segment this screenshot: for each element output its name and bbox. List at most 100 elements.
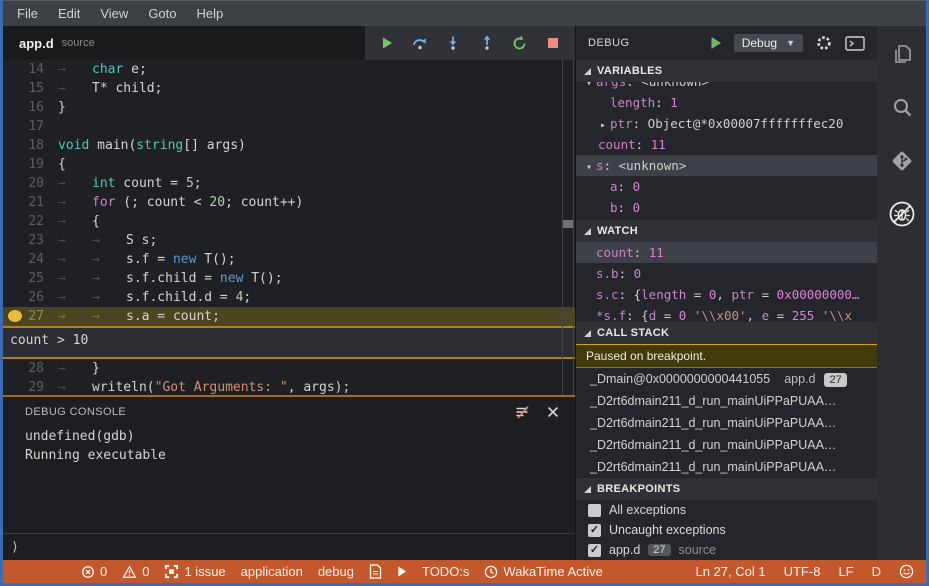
section-header-watch[interactable]: WATCH xyxy=(576,220,877,242)
feedback-smiley[interactable] xyxy=(899,564,914,579)
watch-row[interactable]: count: 11 xyxy=(576,242,877,263)
gutter-line-14[interactable]: 14 xyxy=(3,60,58,79)
wakatime-indicator[interactable]: WakaTime Active xyxy=(484,564,603,579)
gutter-line-18[interactable]: 18 xyxy=(3,136,58,155)
breakpoint-checkbox[interactable]: ✓ xyxy=(588,523,601,537)
breakpoint-row[interactable]: ✓ Uncaught exceptions xyxy=(576,520,877,540)
code-line-28[interactable]: 28 →} xyxy=(3,359,575,378)
code-line-29[interactable]: 29 → writeln("Got Arguments: ", args); xyxy=(3,378,575,395)
encoding-indicator[interactable]: UTF-8 xyxy=(784,564,821,579)
editor-scrollbar[interactable] xyxy=(562,60,574,395)
code-line-18[interactable]: 18 void main(string[] args) xyxy=(3,136,575,155)
collapsed-arrow-icon[interactable]: ▸ xyxy=(600,120,606,131)
callstack-frame[interactable]: _Dmain@0x0000000000441055 app.d 27 xyxy=(576,368,877,390)
section-header-variables[interactable]: VARIABLES xyxy=(576,60,877,82)
watch-row[interactable]: s.c: {length = 0, ptr = 0x00000000… xyxy=(576,284,877,305)
variable-row[interactable]: ▾args: <unknown> xyxy=(576,82,877,92)
code-line-27[interactable]: 27 → → s.a = count; xyxy=(3,307,575,326)
expanded-arrow-icon[interactable]: ▾ xyxy=(586,162,592,173)
tab-app-d[interactable]: app.d source xyxy=(3,26,111,60)
section-header-call-stack[interactable]: CALL STACK xyxy=(576,322,877,344)
code-line-15[interactable]: 15 → T* child; xyxy=(3,79,575,98)
variable-row[interactable]: ▸ ptr: Object@*0x00007fffffffec20 xyxy=(576,113,877,134)
variable-row[interactable]: count: 11 xyxy=(576,134,877,155)
code-line-22[interactable]: 22 →{ xyxy=(3,212,575,231)
issues-indicator[interactable]: 1 issue xyxy=(164,564,226,579)
gutter-line-22[interactable]: 22 xyxy=(3,212,58,231)
warnings-indicator[interactable]: 0 xyxy=(122,564,149,579)
open-console-icon[interactable] xyxy=(845,35,865,51)
gutter-line-23[interactable]: 23 xyxy=(3,231,58,250)
code-line-26[interactable]: 26 → → s.f.child.d = 4; xyxy=(3,288,575,307)
cursor-position[interactable]: Ln 27, Col 1 xyxy=(695,564,765,579)
project-file-indicator[interactable] xyxy=(369,564,382,579)
gutter-line-21[interactable]: 21 xyxy=(3,193,58,212)
stop-button[interactable] xyxy=(542,32,564,54)
gutter-line-27[interactable]: 27 xyxy=(3,307,58,326)
console-input[interactable]: ⟩ xyxy=(3,533,575,560)
files-icon[interactable] xyxy=(887,40,917,70)
menu-item-view[interactable]: View xyxy=(90,6,138,21)
code-line-20[interactable]: 20 → int count = 5; xyxy=(3,174,575,193)
watch-row[interactable]: *s.f: {d = 0 '\\x00', e = 255 '\\x xyxy=(576,305,877,322)
menu-item-edit[interactable]: Edit xyxy=(48,6,90,21)
code-line-19[interactable]: 19 { xyxy=(3,155,575,174)
breakpoint-checkbox[interactable] xyxy=(588,503,601,517)
clear-console-icon[interactable] xyxy=(514,404,531,420)
start-debug-icon[interactable] xyxy=(710,36,722,50)
gutter-line-24[interactable]: 24 xyxy=(3,250,58,269)
gutter-line-28[interactable]: 28 xyxy=(3,359,58,378)
gutter-line-17[interactable]: 17 xyxy=(3,117,58,136)
code-line-16[interactable]: 16} xyxy=(3,98,575,117)
variable-row[interactable]: ▾ s: <unknown> xyxy=(576,155,877,176)
git-branch-icon[interactable] xyxy=(887,146,917,176)
variable-row[interactable]: length: 1 xyxy=(576,92,877,113)
code-line-25[interactable]: 25 → → s.f.child = new T(); xyxy=(3,269,575,288)
scrollbar-thumb[interactable] xyxy=(563,220,573,228)
breakpoint-condition-widget[interactable]: count > 10 xyxy=(3,326,575,359)
gutter-line-20[interactable]: 20 xyxy=(3,174,58,193)
language-mode[interactable]: D xyxy=(872,564,881,579)
breakpoint-checkbox[interactable]: ✓ xyxy=(588,543,601,557)
menu-item-file[interactable]: File xyxy=(7,6,48,21)
callstack-frame[interactable]: _D2rt6dmain211_d_run_mainUiPPaPUAA… xyxy=(576,456,877,478)
code-line-14[interactable]: 14 → char e; xyxy=(3,60,575,79)
configure-gear-icon[interactable] xyxy=(815,34,833,52)
close-icon[interactable] xyxy=(547,406,559,418)
status-todos[interactable]: TODO:s xyxy=(422,564,469,579)
step-into-button[interactable] xyxy=(442,32,464,54)
breakpoint-row[interactable]: ✓ app.d 27 source xyxy=(576,540,877,560)
code-line-23[interactable]: 23 → → S s; xyxy=(3,231,575,250)
breakpoint-dot[interactable] xyxy=(8,310,22,322)
debug-configuration-dropdown[interactable]: Debug ▼ xyxy=(733,34,803,52)
step-over-button[interactable] xyxy=(409,32,431,54)
expanded-arrow-icon[interactable]: ▾ xyxy=(586,82,592,89)
step-out-button[interactable] xyxy=(476,32,498,54)
variable-row[interactable]: a: 0 xyxy=(576,176,877,197)
gutter-line-16[interactable]: 16 xyxy=(3,98,58,117)
variable-row[interactable]: b: 0 xyxy=(576,197,877,218)
continue-button[interactable] xyxy=(376,32,398,54)
code-line-24[interactable]: 24 → → s.f = new T(); xyxy=(3,250,575,269)
code-line-17[interactable]: 17 xyxy=(3,117,575,136)
code-area[interactable]: 14 → char e; 15 → T* child; 16} 17 18 void main(s… xyxy=(3,60,575,395)
debug-icon[interactable] xyxy=(887,199,917,229)
section-header-breakpoints[interactable]: BREAKPOINTS xyxy=(576,478,877,500)
callstack-frame[interactable]: _D2rt6dmain211_d_run_mainUiPPaPUAA… xyxy=(576,434,877,456)
gutter-line-29[interactable]: 29 xyxy=(3,378,58,395)
errors-indicator[interactable]: 0 xyxy=(81,564,107,579)
menu-item-goto[interactable]: Goto xyxy=(138,6,186,21)
gutter-line-19[interactable]: 19 xyxy=(3,155,58,174)
callstack-frame[interactable]: _D2rt6dmain211_d_run_mainUiPPaPUAA… xyxy=(576,412,877,434)
eol-indicator[interactable]: LF xyxy=(838,564,853,579)
status-debug[interactable]: debug xyxy=(318,564,354,579)
menu-item-help[interactable]: Help xyxy=(187,6,234,21)
gutter-line-25[interactable]: 25 xyxy=(3,269,58,288)
code-line-21[interactable]: 21 → for (; count < 20; count++) xyxy=(3,193,575,212)
gutter-line-15[interactable]: 15 xyxy=(3,79,58,98)
run-indicator[interactable] xyxy=(397,565,407,578)
gutter-line-26[interactable]: 26 xyxy=(3,288,58,307)
status-application[interactable]: application xyxy=(241,564,303,579)
search-icon[interactable] xyxy=(887,93,917,123)
callstack-frame[interactable]: _D2rt6dmain211_d_run_mainUiPPaPUAA… xyxy=(576,390,877,412)
